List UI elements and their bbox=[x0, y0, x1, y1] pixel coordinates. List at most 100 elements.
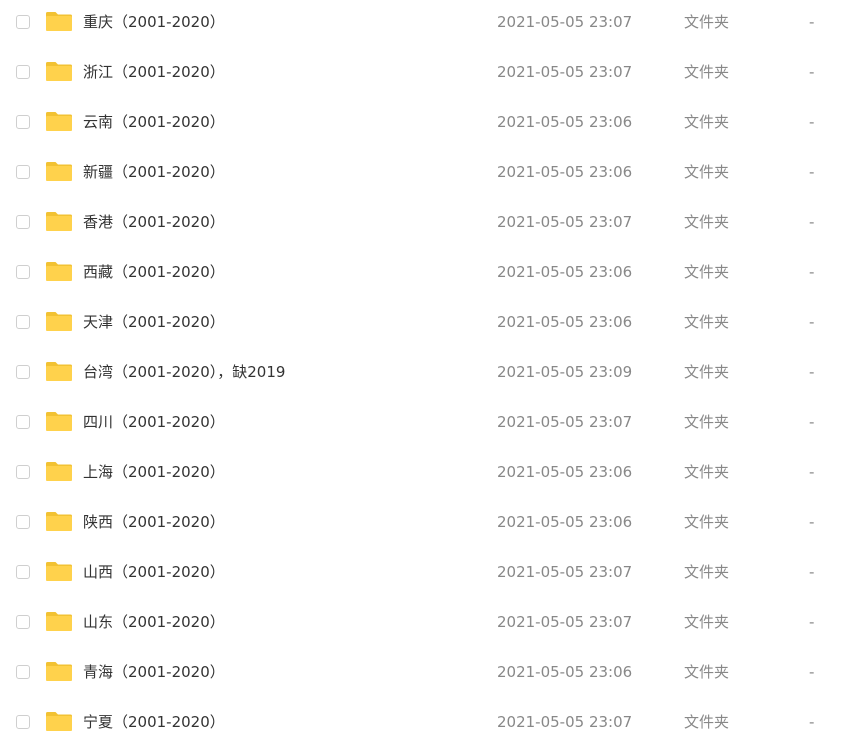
file-name[interactable]: 山东（2001-2020） bbox=[83, 612, 225, 632]
file-name[interactable]: 青海（2001-2020） bbox=[83, 662, 225, 682]
checkbox-icon[interactable] bbox=[16, 265, 30, 279]
modified-date: 2021-05-05 23:06 bbox=[497, 663, 633, 681]
file-size: - bbox=[809, 113, 815, 131]
file-name[interactable]: 台湾（2001-2020），缺2019 bbox=[83, 362, 285, 382]
file-type: 文件夹 bbox=[684, 663, 730, 681]
checkbox-icon[interactable] bbox=[16, 415, 30, 429]
file-list: 重庆（2001-2020） 2021-05-05 23:07 文件夹 - 浙江（… bbox=[0, 0, 860, 745]
checkbox-icon[interactable] bbox=[16, 165, 30, 179]
file-row[interactable]: 浙江（2001-2020） 2021-05-05 23:07 文件夹 - bbox=[0, 50, 860, 100]
folder-icon[interactable] bbox=[45, 710, 73, 732]
modified-date: 2021-05-05 23:07 bbox=[497, 63, 633, 81]
folder-icon[interactable] bbox=[45, 310, 73, 332]
folder-icon[interactable] bbox=[45, 560, 73, 582]
modified-date: 2021-05-05 23:06 bbox=[497, 463, 633, 481]
folder-icon[interactable] bbox=[45, 260, 73, 282]
file-row[interactable]: 云南（2001-2020） 2021-05-05 23:06 文件夹 - bbox=[0, 100, 860, 150]
folder-icon[interactable] bbox=[45, 660, 73, 682]
file-type: 文件夹 bbox=[684, 63, 730, 81]
file-name[interactable]: 上海（2001-2020） bbox=[83, 462, 225, 482]
file-size: - bbox=[809, 563, 815, 581]
file-type: 文件夹 bbox=[684, 713, 730, 731]
modified-date: 2021-05-05 23:06 bbox=[497, 313, 633, 331]
folder-icon[interactable] bbox=[45, 510, 73, 532]
file-size: - bbox=[809, 213, 815, 231]
modified-date: 2021-05-05 23:09 bbox=[497, 363, 633, 381]
file-size: - bbox=[809, 413, 815, 431]
folder-icon[interactable] bbox=[45, 210, 73, 232]
checkbox-icon[interactable] bbox=[16, 15, 30, 29]
file-type: 文件夹 bbox=[684, 213, 730, 231]
folder-icon[interactable] bbox=[45, 360, 73, 382]
file-size: - bbox=[809, 13, 815, 31]
folder-icon[interactable] bbox=[45, 410, 73, 432]
file-row[interactable]: 青海（2001-2020） 2021-05-05 23:06 文件夹 - bbox=[0, 650, 860, 700]
file-type: 文件夹 bbox=[684, 563, 730, 581]
checkbox-icon[interactable] bbox=[16, 515, 30, 529]
file-size: - bbox=[809, 313, 815, 331]
file-size: - bbox=[809, 463, 815, 481]
modified-date: 2021-05-05 23:07 bbox=[497, 213, 633, 231]
checkbox-icon[interactable] bbox=[16, 65, 30, 79]
file-name[interactable]: 云南（2001-2020） bbox=[83, 112, 225, 132]
file-type: 文件夹 bbox=[684, 263, 730, 281]
checkbox-icon[interactable] bbox=[16, 665, 30, 679]
file-size: - bbox=[809, 163, 815, 181]
file-size: - bbox=[809, 613, 815, 631]
checkbox-icon[interactable] bbox=[16, 715, 30, 729]
folder-icon[interactable] bbox=[45, 160, 73, 182]
file-row[interactable]: 西藏（2001-2020） 2021-05-05 23:06 文件夹 - bbox=[0, 250, 860, 300]
file-name[interactable]: 天津（2001-2020） bbox=[83, 312, 225, 332]
file-name[interactable]: 香港（2001-2020） bbox=[83, 212, 225, 232]
modified-date: 2021-05-05 23:06 bbox=[497, 263, 633, 281]
file-name[interactable]: 山西（2001-2020） bbox=[83, 562, 225, 582]
checkbox-icon[interactable] bbox=[16, 565, 30, 579]
file-name[interactable]: 四川（2001-2020） bbox=[83, 412, 225, 432]
folder-icon[interactable] bbox=[45, 10, 73, 32]
file-type: 文件夹 bbox=[684, 413, 730, 431]
file-type: 文件夹 bbox=[684, 613, 730, 631]
file-size: - bbox=[809, 663, 815, 681]
file-row[interactable]: 重庆（2001-2020） 2021-05-05 23:07 文件夹 - bbox=[0, 0, 860, 50]
checkbox-icon[interactable] bbox=[16, 365, 30, 379]
checkbox-icon[interactable] bbox=[16, 615, 30, 629]
modified-date: 2021-05-05 23:07 bbox=[497, 413, 633, 431]
checkbox-icon[interactable] bbox=[16, 315, 30, 329]
checkbox-icon[interactable] bbox=[16, 215, 30, 229]
file-row[interactable]: 香港（2001-2020） 2021-05-05 23:07 文件夹 - bbox=[0, 200, 860, 250]
file-name[interactable]: 宁夏（2001-2020） bbox=[83, 712, 225, 732]
file-size: - bbox=[809, 513, 815, 531]
modified-date: 2021-05-05 23:07 bbox=[497, 613, 633, 631]
file-type: 文件夹 bbox=[684, 363, 730, 381]
file-row[interactable]: 四川（2001-2020） 2021-05-05 23:07 文件夹 - bbox=[0, 400, 860, 450]
file-type: 文件夹 bbox=[684, 113, 730, 131]
checkbox-icon[interactable] bbox=[16, 465, 30, 479]
modified-date: 2021-05-05 23:07 bbox=[497, 713, 633, 731]
folder-icon[interactable] bbox=[45, 110, 73, 132]
file-size: - bbox=[809, 63, 815, 81]
file-name[interactable]: 西藏（2001-2020） bbox=[83, 262, 225, 282]
folder-icon[interactable] bbox=[45, 610, 73, 632]
file-name[interactable]: 陕西（2001-2020） bbox=[83, 512, 225, 532]
file-type: 文件夹 bbox=[684, 313, 730, 331]
modified-date: 2021-05-05 23:07 bbox=[497, 563, 633, 581]
file-row[interactable]: 天津（2001-2020） 2021-05-05 23:06 文件夹 - bbox=[0, 300, 860, 350]
file-row[interactable]: 陕西（2001-2020） 2021-05-05 23:06 文件夹 - bbox=[0, 500, 860, 550]
folder-icon[interactable] bbox=[45, 460, 73, 482]
file-name[interactable]: 重庆（2001-2020） bbox=[83, 12, 225, 32]
file-row[interactable]: 上海（2001-2020） 2021-05-05 23:06 文件夹 - bbox=[0, 450, 860, 500]
modified-date: 2021-05-05 23:07 bbox=[497, 13, 633, 31]
file-row[interactable]: 山东（2001-2020） 2021-05-05 23:07 文件夹 - bbox=[0, 600, 860, 650]
file-row[interactable]: 宁夏（2001-2020） 2021-05-05 23:07 文件夹 - bbox=[0, 700, 860, 750]
file-row[interactable]: 山西（2001-2020） 2021-05-05 23:07 文件夹 - bbox=[0, 550, 860, 600]
file-row[interactable]: 台湾（2001-2020），缺2019 2021-05-05 23:09 文件夹… bbox=[0, 350, 860, 400]
file-name[interactable]: 新疆（2001-2020） bbox=[83, 162, 225, 182]
folder-icon[interactable] bbox=[45, 60, 73, 82]
modified-date: 2021-05-05 23:06 bbox=[497, 163, 633, 181]
file-type: 文件夹 bbox=[684, 513, 730, 531]
file-row[interactable]: 新疆（2001-2020） 2021-05-05 23:06 文件夹 - bbox=[0, 150, 860, 200]
checkbox-icon[interactable] bbox=[16, 115, 30, 129]
file-name[interactable]: 浙江（2001-2020） bbox=[83, 62, 225, 82]
file-size: - bbox=[809, 263, 815, 281]
file-type: 文件夹 bbox=[684, 463, 730, 481]
